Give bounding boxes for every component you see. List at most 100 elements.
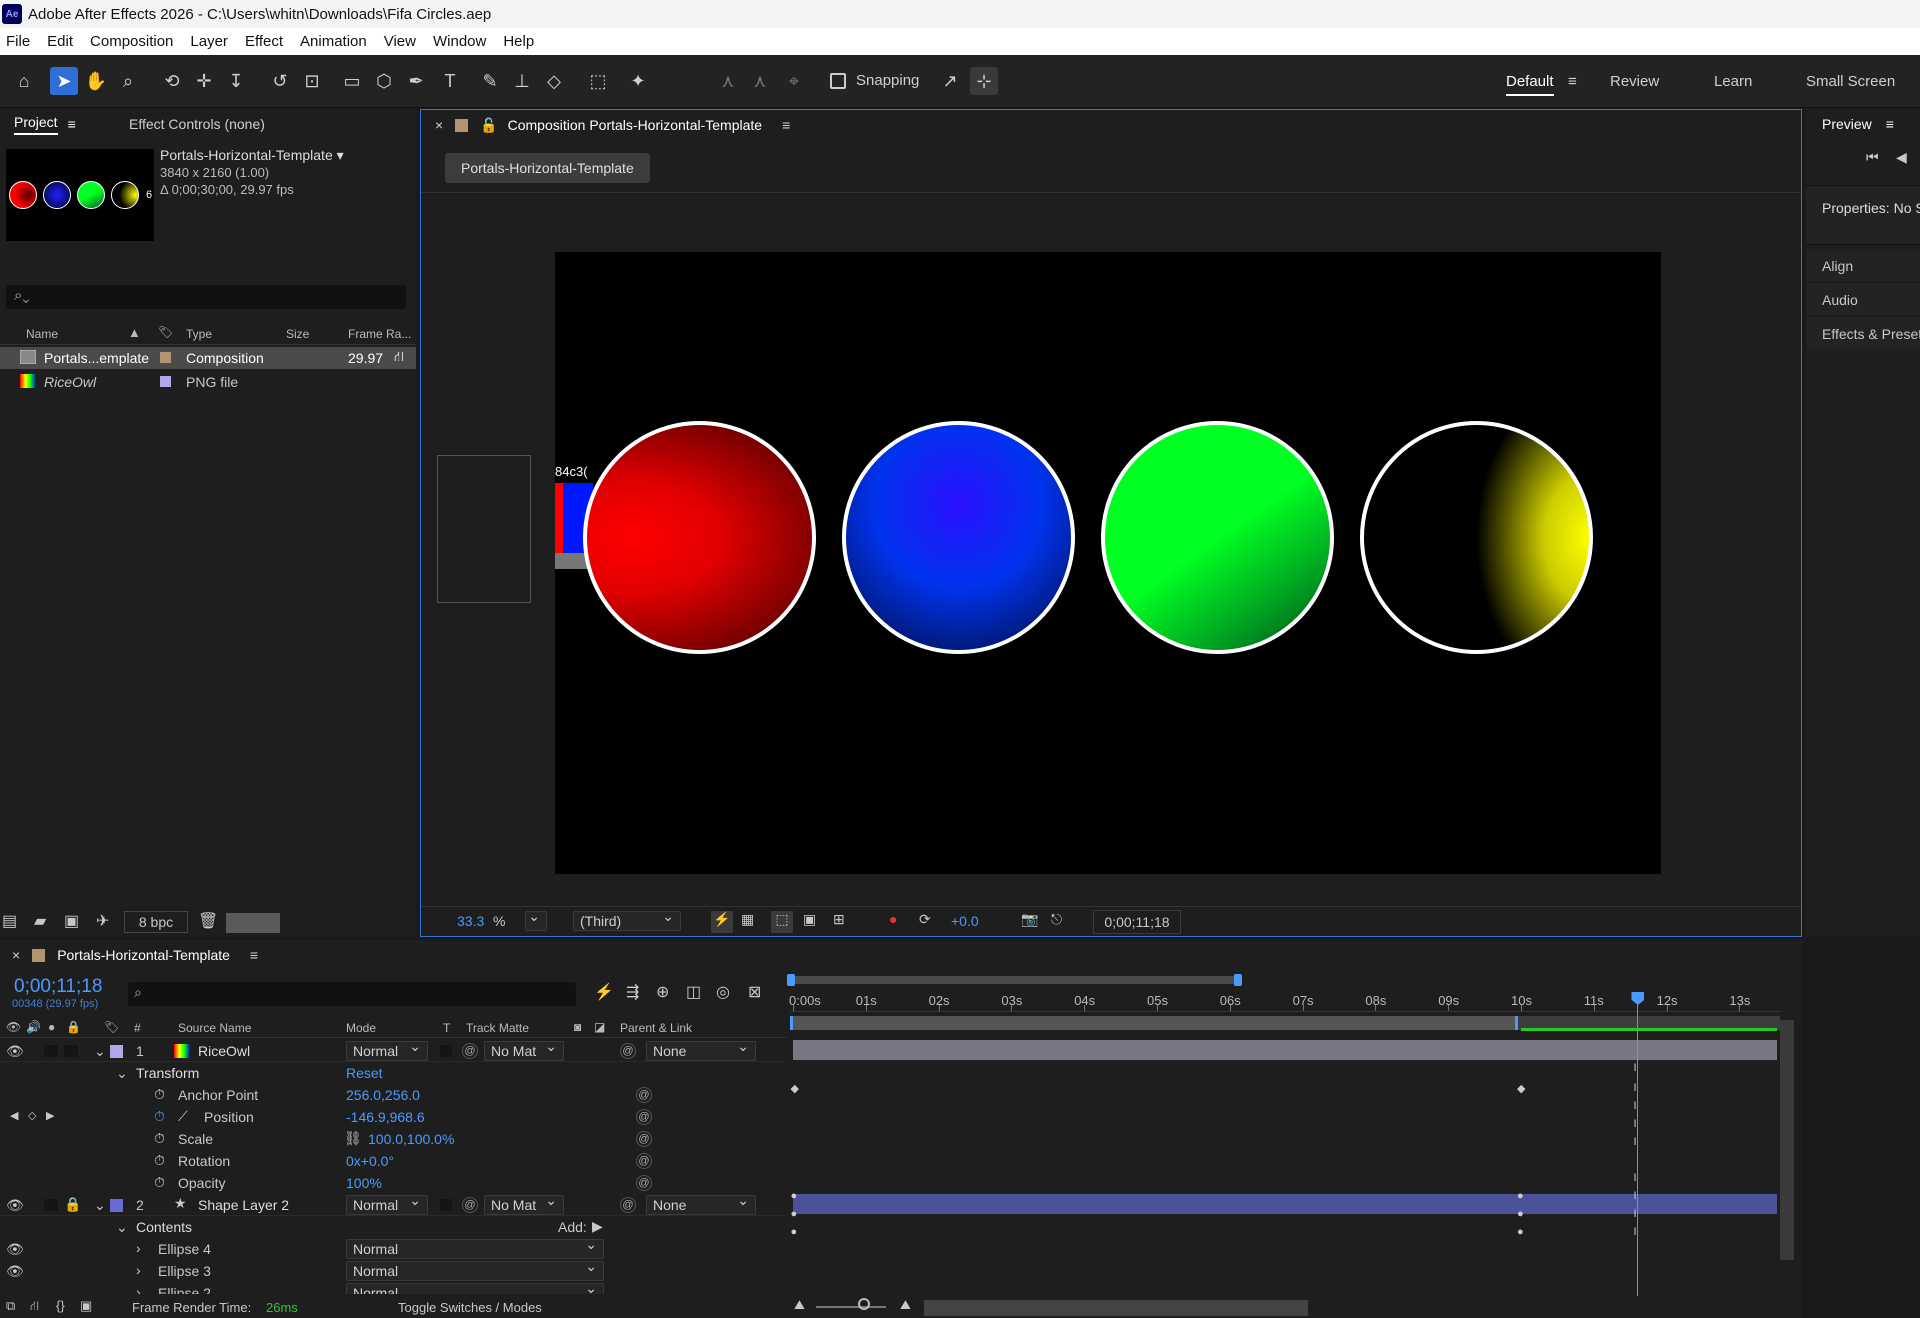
comp-flow-icon[interactable]: ⛙ (30, 1298, 39, 1316)
pickwhip-icon[interactable]: @ (636, 1087, 652, 1103)
workspace-learn[interactable]: Learn (1714, 73, 1752, 90)
chevron-down-icon[interactable]: ⌄ (116, 1219, 128, 1236)
lock-icon[interactable]: 🔒 (64, 1196, 81, 1213)
prev-frame-icon[interactable]: ◀ (1896, 149, 1907, 166)
zoom-slider-thumb[interactable] (858, 1298, 870, 1310)
preview-tab[interactable]: Preview ≡ (1822, 109, 1894, 139)
blend-mode-dropdown[interactable]: Normal (346, 1282, 604, 1294)
col-source-name[interactable]: Source Name (178, 1021, 251, 1035)
col-size[interactable]: Size (286, 327, 309, 341)
close-icon[interactable]: × (12, 947, 20, 963)
menu-edit[interactable]: Edit (47, 33, 73, 50)
playhead[interactable] (1631, 992, 1645, 1296)
new-comp-icon[interactable]: ▣ (64, 911, 79, 931)
workspace-default[interactable]: Default (1506, 73, 1554, 96)
matte-pickwhip-icon[interactable]: @ (462, 1043, 478, 1059)
layer-name[interactable]: RiceOwl (198, 1043, 250, 1059)
playhead-marker[interactable]: I (1633, 1062, 1636, 1074)
menu-composition[interactable]: Composition (90, 33, 173, 50)
exposure-value[interactable]: +0.0 (951, 913, 979, 929)
contents-item[interactable]: 👁 › Ellipse 3 Normal (0, 1258, 786, 1282)
layer-mode-dropdown[interactable]: Normal (346, 1038, 428, 1061)
chevron-down-icon[interactable]: ⌄ (116, 1065, 128, 1082)
snapshot-icon[interactable]: 📷 (1021, 911, 1038, 928)
parent-dropdown[interactable]: None (646, 1038, 756, 1061)
comp-tab[interactable]: × 🔓 Composition Portals-Horizontal-Templ… (435, 110, 1035, 140)
col-parent[interactable]: Parent & Link (620, 1021, 692, 1035)
timeline-tab[interactable]: × Portals-Horizontal-Template ≡ (12, 940, 258, 970)
chevron-right-icon[interactable]: › (136, 1284, 141, 1294)
solo-switch[interactable] (44, 1199, 58, 1211)
blend-mode-dropdown[interactable]: Normal (346, 1236, 604, 1259)
solo-icon[interactable]: ● (48, 1020, 55, 1034)
interpret-footage-icon[interactable]: ▤ (2, 911, 17, 931)
snap-edges-icon[interactable]: ↗ (936, 67, 964, 95)
grid-guides-icon[interactable]: ⊞ (833, 911, 845, 928)
flowchart-icon[interactable]: ⛙ (394, 348, 404, 367)
eye-icon[interactable]: 👁 (6, 1263, 24, 1280)
prop-value[interactable]: 256.0,256.0 (346, 1087, 420, 1103)
dolly-camera-icon[interactable]: ↧ (222, 67, 250, 95)
pickwhip-icon[interactable]: @ (636, 1175, 652, 1191)
toggle-switches-modes[interactable]: Toggle Switches / Modes (398, 1300, 542, 1315)
snap-features-icon[interactable]: ⊹ (970, 67, 998, 95)
comp-viewer-canvas[interactable]: 84c3( (555, 252, 1661, 874)
menu-effect[interactable]: Effect (245, 33, 283, 50)
axis-world-icon[interactable]: ⋏ (746, 67, 774, 95)
stopwatch-icon[interactable]: ⏱ (154, 1174, 165, 1191)
eye-icon[interactable]: 👁 (6, 1043, 24, 1060)
constrain-proportions-icon[interactable]: ⛓ (344, 1130, 362, 1147)
col-track-matte[interactable]: Track Matte (466, 1021, 529, 1035)
timeline-search-input[interactable]: ⌕ (128, 982, 576, 1006)
comp-label-swatch[interactable] (32, 948, 46, 962)
pen-tool-icon[interactable]: ✒ (402, 67, 430, 95)
position-keyframe[interactable]: ◆ (1517, 1082, 1525, 1095)
trash-icon[interactable]: 🗑 (198, 911, 218, 931)
hand-tool-icon[interactable]: ✋ (82, 67, 110, 95)
expand-icon[interactable]: {} (56, 1298, 65, 1313)
matte-pickwhip-icon[interactable]: @ (462, 1197, 478, 1213)
add-keyframe-icon[interactable]: ◇ (28, 1109, 36, 1122)
axis-local-icon[interactable]: ⋏ (714, 67, 742, 95)
chevron-right-icon[interactable]: › (136, 1262, 141, 1278)
timeline-h-scrollbar[interactable] (924, 1300, 1308, 1316)
pickwhip-icon[interactable]: @ (636, 1153, 652, 1169)
alpha-switch-icon[interactable]: ◪ (594, 1020, 605, 1034)
motion-blur-icon[interactable]: ◫ (686, 982, 701, 1002)
panel-menu-icon[interactable]: ≡ (68, 116, 76, 132)
stopwatch-icon[interactable]: ⏱ (154, 1130, 165, 1147)
ellipse-keyframe[interactable]: ● (1517, 1190, 1524, 1202)
show-snapshot-icon[interactable]: ⎋ (1051, 911, 1062, 928)
tab-project[interactable]: Project ≡ (14, 109, 76, 139)
eye-icon[interactable]: 👁 (6, 1197, 24, 1214)
graph-icon[interactable]: ⟋ (178, 1108, 188, 1125)
contents-group[interactable]: ⌄ Contents Add: ▶ (0, 1216, 786, 1238)
contents-item[interactable]: 👁 › Ellipse 4 Normal (0, 1236, 786, 1260)
home-icon[interactable]: ⌂ (10, 67, 38, 95)
menu-view[interactable]: View (384, 33, 416, 50)
thumbnail-bg-swatch[interactable] (226, 913, 280, 933)
menu-file[interactable]: File (6, 33, 30, 50)
panel-menu-icon[interactable]: ≡ (782, 117, 790, 133)
layer-name[interactable]: Shape Layer 2 (198, 1197, 289, 1213)
workspace-menu-icon[interactable]: ≡ (1568, 73, 1577, 90)
graph-editor-icon[interactable]: ◎ (716, 982, 730, 1002)
rotate-tool-icon[interactable]: ↺ (266, 67, 294, 95)
label-tag-icon[interactable]: 🏷 (104, 1020, 119, 1034)
col-type[interactable]: Type (186, 327, 212, 341)
audio-section[interactable]: Audio (1806, 283, 1920, 315)
first-frame-icon[interactable]: ⏮ (1866, 149, 1879, 166)
stopwatch-icon[interactable]: ⏱ (154, 1152, 165, 1169)
green-circle[interactable] (1101, 421, 1334, 654)
zoom-slider[interactable] (816, 1306, 886, 1308)
blue-circle[interactable] (842, 421, 1075, 654)
layer-mode-dropdown[interactable]: Normal (346, 1192, 428, 1215)
project-item-png[interactable]: RiceOwl PNG file (0, 371, 416, 393)
ellipse-keyframe[interactable]: ● (1517, 1226, 1524, 1238)
col-name[interactable]: Name (26, 327, 58, 341)
menu-help[interactable]: Help (503, 33, 534, 50)
eye-icon[interactable]: 👁 (6, 1241, 24, 1258)
playhead-marker[interactable]: I (1633, 1118, 1636, 1130)
ellipse-keyframe[interactable]: ● (790, 1208, 797, 1220)
mask-visibility-icon[interactable]: ⬚ (771, 911, 793, 933)
